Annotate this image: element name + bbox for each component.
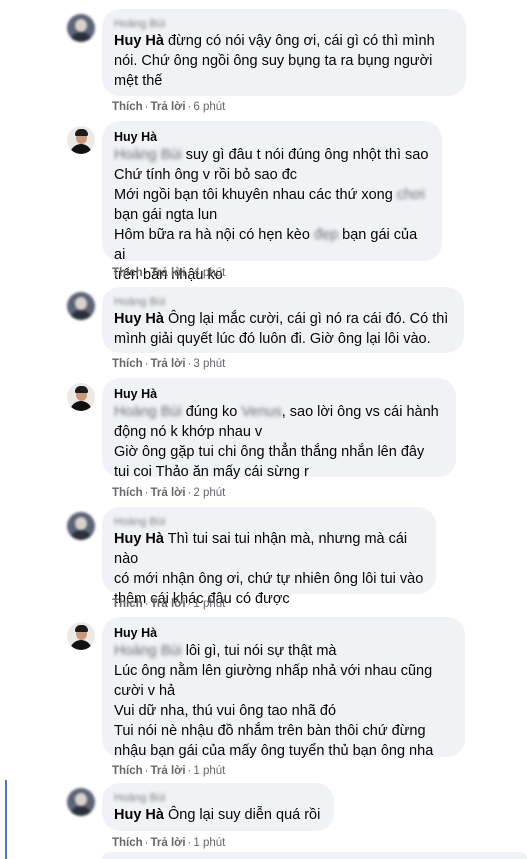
mention-link[interactable]: Huy Hà [114, 807, 164, 823]
comment-text: Huy Hà đừng có nói vậy ông ơi, cái gì có… [114, 33, 435, 89]
comment-author[interactable]: Huy Hà [114, 129, 430, 145]
like-button[interactable]: Thích [112, 358, 143, 370]
avatar[interactable] [67, 512, 95, 540]
reply-button[interactable]: Trả lời [151, 358, 186, 370]
avatar[interactable] [67, 622, 95, 650]
comment-text: Hoàng Bùi suy gì đâu t nói đúng ông nhột… [114, 147, 429, 283]
reply-button[interactable]: Trả lời [151, 487, 186, 499]
mention-link[interactable]: Hoàng Bùi [114, 147, 182, 163]
reply-button[interactable]: Trả lời [151, 765, 186, 777]
comment-timestamp[interactable]: 4 phút [193, 267, 225, 279]
reply-thread-line [5, 780, 7, 859]
comment-bubble: Huy Hà Hoàng Bùi đúng ko Venus, sao lời … [102, 378, 456, 480]
comment-author[interactable]: Hoàng Bùi [114, 295, 452, 309]
comment-actions: Thích · Trả lời · 1 phút [112, 765, 226, 777]
reply-button[interactable]: Trả lời [151, 598, 186, 610]
comment-bubble: Hoàng Bùi Huy Hà đừng có nói vậy ông ơi,… [102, 9, 466, 96]
mention-link[interactable]: Hoàng Bùi [114, 643, 182, 659]
comment-timestamp[interactable]: 6 phút [193, 101, 225, 113]
comment-timestamp[interactable]: 1 phút [193, 765, 225, 777]
comment-text: Hoàng Bùi lôi gì, tui nói sự thật mà Lúc… [114, 643, 434, 759]
comment-author[interactable]: Hoàng Bùi [114, 17, 454, 31]
like-button[interactable]: Thích [112, 837, 143, 849]
comment-timestamp[interactable]: 1 phút [193, 598, 225, 610]
avatar[interactable] [67, 14, 95, 42]
mention-link[interactable]: Hoàng Bùi [114, 404, 182, 420]
avatar[interactable] [67, 788, 95, 816]
reply-button[interactable]: Trả lời [151, 101, 186, 113]
comment-bubble: Hoàng Bùi Huy Hà Thì tui sai tui nhận mà… [102, 507, 436, 607]
comment-bubble: Huy Hà Hoàng Bùi suy gì đâu t nói đúng ô… [102, 121, 442, 283]
avatar[interactable] [67, 292, 95, 320]
mention-link[interactable]: Huy Hà [114, 33, 164, 49]
like-button[interactable]: Thích [112, 101, 143, 113]
mention-link[interactable]: Huy Hà [114, 311, 164, 327]
comment-text: Hoàng Bùi đúng ko Venus, sao lời ông vs … [114, 404, 439, 480]
comment-timestamp[interactable]: 1 phút [193, 837, 225, 849]
reply-button[interactable]: Trả lời [151, 837, 186, 849]
comment-text: Huy Hà Ông lại suy diễn quá rồi [114, 807, 321, 823]
comment-text: Huy Hà Ông lại mắc cười, cái gì nó ra cá… [114, 311, 449, 347]
comment-actions: Thích · Trả lời · 1 phút [112, 837, 226, 849]
comment-author[interactable]: Huy Hà [114, 625, 453, 641]
comment-actions: Thích · Trả lời · 1 phút [112, 598, 226, 610]
comment-actions: Thích · Trả lời · 2 phút [112, 487, 226, 499]
comment-timestamp[interactable]: 2 phút [193, 487, 225, 499]
avatar[interactable] [67, 383, 95, 411]
like-button[interactable]: Thích [112, 487, 143, 499]
comment-bubble: Huy Hà Hoàng Bùi lôi gì, tui nói sự thật… [102, 617, 465, 759]
comment-author[interactable]: Hoàng Bùi [114, 515, 424, 529]
avatar[interactable] [67, 126, 95, 154]
reply-button[interactable]: Trả lời [151, 267, 186, 279]
comment-actions: Thích · Trả lời · 6 phút [112, 101, 226, 113]
comment-bubble: Hoàng Bùi Huy Hà Ông lại mắc cười, cái g… [102, 287, 464, 353]
comment-timestamp[interactable]: 3 phút [193, 358, 225, 370]
comment-bubble: Hoàng Bùi Huy Hà Ông lại suy diễn quá rồ… [102, 783, 334, 831]
comment-actions: Thích · Trả lời · 4 phút [112, 267, 226, 279]
like-button[interactable]: Thích [112, 598, 143, 610]
mention-link[interactable]: Huy Hà [114, 531, 164, 547]
like-button[interactable]: Thích [112, 267, 143, 279]
comment-author[interactable]: Huy Hà [114, 386, 444, 402]
comment-author[interactable]: Hoàng Bùi [114, 791, 322, 805]
next-comment-edge [102, 852, 527, 859]
like-button[interactable]: Thích [112, 765, 143, 777]
comment-actions: Thích · Trả lời · 3 phút [112, 358, 226, 370]
